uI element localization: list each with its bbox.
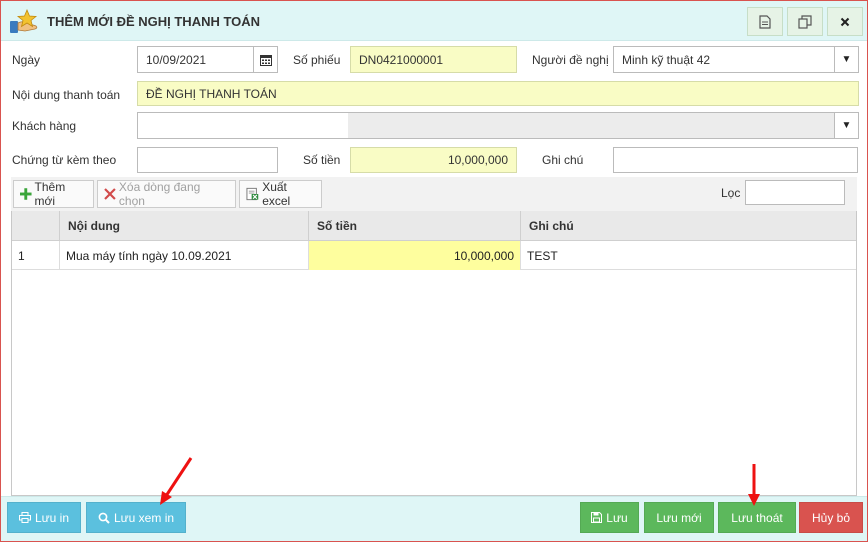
excel-icon	[246, 187, 259, 201]
chevron-down-icon[interactable]: ▼	[834, 113, 858, 138]
requester-value: Minh kỹ thuật 42	[622, 52, 711, 67]
requester-select[interactable]: Minh kỹ thuật 42 ▼	[613, 46, 859, 73]
money-hand-icon	[9, 8, 39, 35]
floppy-disk-icon	[591, 512, 603, 523]
grid-toolbar: Thêm mới Xóa dòng đang chọn Xuất excel L…	[11, 177, 857, 211]
content-input[interactable]: ĐỀ NGHỊ THANH TOÁN	[137, 81, 859, 106]
export-excel-button[interactable]: Xuất excel	[239, 180, 322, 208]
copy-icon	[798, 14, 812, 29]
close-icon	[840, 17, 850, 26]
annotation-arrow-icon	[160, 457, 193, 505]
amount-label: Số tiền	[303, 153, 341, 167]
column-header-content[interactable]: Nội dung	[60, 211, 309, 241]
cell-stt: 1	[12, 241, 60, 270]
close-button[interactable]	[827, 7, 863, 36]
grid-header: Nội dung Số tiền Ghi chú	[12, 211, 856, 241]
requester-label: Người đề nghị	[532, 53, 609, 67]
filter-label: Lọc	[721, 186, 741, 200]
attached-docs-label: Chứng từ kèm theo	[12, 153, 117, 167]
column-header-amount[interactable]: Số tiền	[309, 211, 521, 241]
cell-content[interactable]: Mua máy tính ngày 10.09.2021	[60, 241, 309, 270]
voucher-number-input[interactable]: DN0421000001	[350, 46, 517, 73]
note-label: Ghi chú	[542, 153, 584, 167]
search-icon	[98, 512, 110, 524]
detail-grid: Nội dung Số tiền Ghi chú 1 Mua máy tính …	[11, 211, 857, 496]
document-icon	[759, 14, 771, 29]
table-row[interactable]: 1 Mua máy tính ngày 10.09.2021 10,000,00…	[12, 241, 856, 270]
delete-selected-row-button[interactable]: Xóa dòng đang chọn	[97, 180, 236, 208]
payment-request-dialog: THÊM MỚI ĐỀ NGHỊ THANH TOÁN Ngày 10/09/2…	[0, 0, 868, 542]
dialog-header: THÊM MỚI ĐỀ NGHỊ THANH TOÁN	[1, 1, 867, 41]
customer-select[interactable]: ▼	[137, 112, 859, 139]
plus-icon	[20, 188, 32, 200]
column-header-note[interactable]: Ghi chú	[521, 211, 856, 241]
cell-note[interactable]: TEST	[521, 241, 856, 270]
calendar-icon	[259, 54, 272, 66]
attached-docs-input[interactable]	[137, 147, 278, 173]
amount-input[interactable]: 10,000,000	[350, 147, 517, 173]
date-label: Ngày	[12, 53, 41, 67]
content-label: Nội dung thanh toán	[12, 88, 121, 102]
customer-label: Khách hàng	[12, 119, 77, 133]
printer-icon	[18, 512, 31, 523]
dialog-footer: Lưu in Lưu xem in Lưu Lưu mới Lưu thoát …	[1, 496, 867, 541]
save-print-button[interactable]: Lưu in	[7, 502, 81, 533]
date-value: 10/09/2021	[146, 52, 207, 67]
document-button[interactable]	[747, 7, 783, 36]
filter-input[interactable]	[745, 180, 845, 205]
annotation-arrow-icon	[748, 464, 760, 506]
column-header-stt[interactable]	[12, 211, 60, 241]
save-button[interactable]: Lưu	[580, 502, 639, 533]
dialog-title: THÊM MỚI ĐỀ NGHỊ THANH TOÁN	[47, 14, 261, 29]
cell-amount[interactable]: 10,000,000	[309, 241, 521, 270]
save-new-button[interactable]: Lưu mới	[644, 502, 714, 533]
cancel-button[interactable]: Hủy bỏ	[799, 502, 863, 533]
calendar-button[interactable]	[253, 47, 277, 72]
add-row-button[interactable]: Thêm mới	[13, 180, 94, 208]
voucher-number-label: Số phiếu	[293, 53, 341, 67]
note-input[interactable]	[613, 147, 858, 173]
chevron-down-icon[interactable]: ▼	[834, 47, 858, 72]
delete-x-icon	[104, 188, 116, 200]
date-input[interactable]: 10/09/2021	[137, 46, 278, 73]
copy-button[interactable]	[787, 7, 823, 36]
customer-select-fill	[348, 113, 834, 138]
